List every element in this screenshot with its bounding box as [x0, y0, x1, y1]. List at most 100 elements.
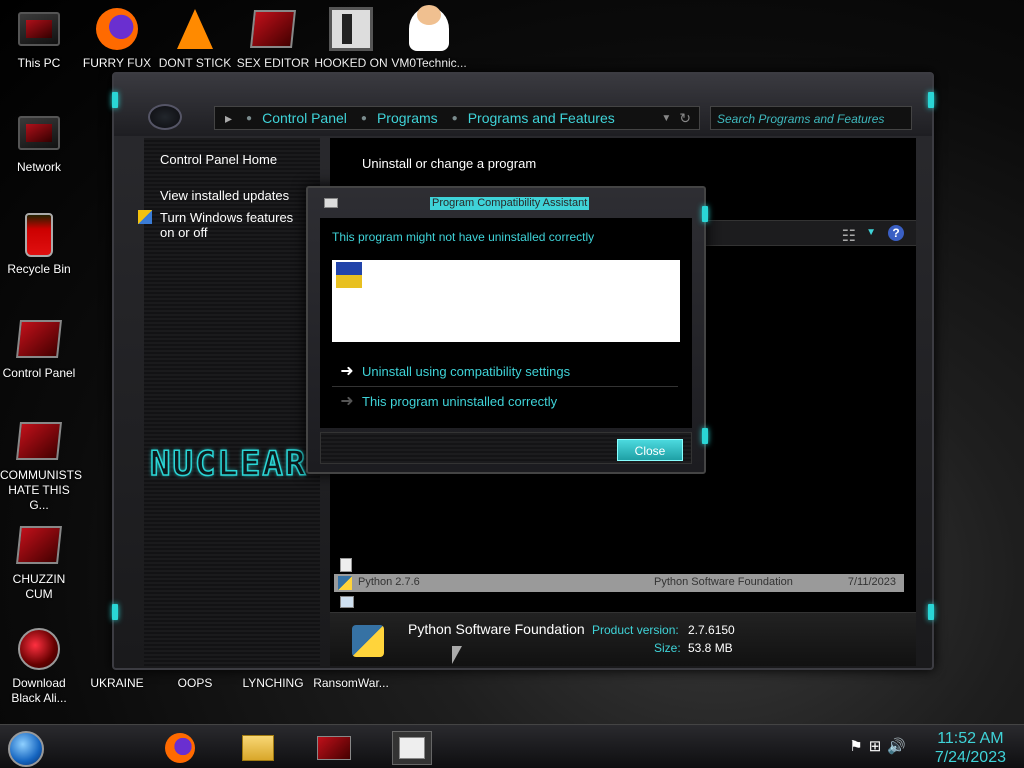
taskbar: ⚑⊞🔊 11:52 AM 7/24/2023	[0, 724, 1024, 768]
python-icon	[352, 625, 384, 657]
separator-icon: ●	[360, 112, 367, 124]
doctor-icon	[406, 5, 452, 52]
chevron-icon: ▸	[225, 109, 233, 126]
table-row[interactable]: Python 2.7.6 Python Software Foundation …	[334, 574, 904, 592]
file-explorer-icon[interactable]	[238, 731, 278, 765]
installer-icon	[336, 262, 362, 288]
clock[interactable]: 11:52 AM 7/24/2023	[935, 729, 1006, 767]
frame-accent	[928, 604, 934, 620]
dialog-message: This program might not have uninstalled …	[332, 230, 595, 244]
desktop-icon-chuzzin[interactable]: CHUZZIN CUM	[0, 522, 78, 602]
view-installed-updates-link[interactable]: View installed updates	[160, 188, 289, 203]
notepad-icon	[340, 558, 352, 572]
recycle-bin-icon	[16, 212, 62, 258]
desktop-icon-this-pc[interactable]: This PC	[0, 6, 78, 71]
divider	[332, 386, 678, 387]
view-options-icon[interactable]: ☷	[842, 226, 856, 246]
desktop-icon-label: LYNCHING	[242, 676, 304, 690]
volume-icon[interactable]: 🔊	[887, 738, 912, 755]
system-tray: ⚑⊞🔊	[849, 737, 912, 755]
details-size-label: Size:	[654, 641, 681, 655]
close-button[interactable]: Close	[617, 439, 683, 461]
orb-icon	[16, 626, 62, 672]
windows-features-link[interactable]: Turn Windows features on or off	[160, 210, 310, 240]
flag-icon[interactable]: ⚑	[849, 738, 868, 755]
desktop-icon-oops[interactable]: OOPS	[156, 676, 234, 691]
desktop-icon-ransomware[interactable]: RansomWar...	[312, 676, 390, 691]
frame-accent	[702, 206, 708, 222]
frame-accent	[702, 428, 708, 444]
frame-accent	[928, 92, 934, 108]
details-version-label: Product version:	[592, 623, 679, 637]
desktop-icon-network[interactable]: Network	[0, 110, 78, 175]
option-label: This program uninstalled correctly	[362, 393, 558, 409]
control-panel-home-link[interactable]: Control Panel Home	[160, 152, 277, 167]
details-size: 53.8 MB	[688, 641, 733, 655]
page-title: Uninstall or change a program	[362, 156, 537, 171]
desktop-icon-label: This PC	[17, 56, 61, 70]
desktop-icon-label: OOPS	[177, 676, 213, 690]
desktop-icon-label: Download Black Ali...	[11, 676, 67, 705]
desktop-icon-label: SEX EDITOR	[236, 56, 310, 70]
chevron-down-icon[interactable]: ▼	[866, 227, 876, 238]
control-panel-taskbar-icon[interactable]	[314, 731, 354, 765]
breadcrumb-programs-and-features[interactable]: Programs and Features	[468, 110, 615, 126]
desktop-icon-communists[interactable]: COMMUNISTS HATE THIS G...	[0, 418, 82, 513]
program-info-box	[332, 260, 680, 342]
address-bar[interactable]: ▸ ● Control Panel ● Programs ● Programs …	[214, 106, 700, 130]
chevron-down-icon[interactable]: ▼	[661, 113, 671, 124]
desktop-icon-label: HOOKED ON	[314, 56, 388, 70]
desktop-icon-label: COMMUNISTS HATE THIS G...	[0, 468, 82, 512]
arrow-right-icon: ➜	[340, 393, 354, 410]
help-icon[interactable]: ?	[888, 225, 904, 241]
program-compat-taskbar-icon[interactable]	[392, 731, 432, 765]
clock-date: 7/24/2023	[934, 749, 1006, 766]
desktop-icon-label: FURRY FUX	[82, 56, 152, 70]
separator-icon: ●	[246, 112, 253, 124]
hooked-icon	[328, 6, 374, 52]
network-monitor-icon	[16, 110, 62, 156]
desktop-icon-ukraine[interactable]: UKRAINE	[78, 676, 156, 691]
refresh-icon[interactable]: ↻	[679, 110, 691, 127]
program-publisher: Python Software Foundation	[654, 576, 793, 588]
program-name: Python 2.7.6	[358, 576, 420, 588]
program-date: 7/11/2023	[847, 576, 896, 588]
separator-icon: ●	[451, 112, 458, 124]
desktop-icon-sex-editor[interactable]: SEX EDITOR	[234, 6, 312, 71]
network-icon[interactable]: ⊞	[869, 738, 888, 755]
red-monitor-icon	[250, 6, 296, 52]
desktop-icon-hooked-on[interactable]: HOOKED ON	[312, 6, 390, 71]
uninstall-compat-option[interactable]: ➜ Uninstall using compatibility settings	[332, 358, 678, 384]
back-button[interactable]	[148, 104, 182, 130]
app-icon	[340, 596, 354, 608]
desktop-icon-control-panel[interactable]: Control Panel	[0, 316, 78, 381]
desktop-icon-label: UKRAINE	[90, 676, 144, 690]
search-input[interactable]: Search Programs and Features	[710, 106, 912, 130]
clock-time: 11:52 AM	[937, 730, 1004, 747]
desktop-icon-dont-stick[interactable]: DONT STICK	[156, 6, 234, 71]
desktop-icon-label: RansomWar...	[313, 676, 389, 690]
shield-icon	[138, 210, 152, 224]
firefox-icon	[94, 6, 140, 52]
uninstalled-correctly-option[interactable]: ➜ This program uninstalled correctly	[332, 388, 678, 414]
compatibility-assistant-dialog: Program Compatibility Assistant This pro…	[306, 186, 708, 474]
frame-accent	[112, 92, 118, 108]
cursor-icon	[452, 646, 462, 664]
option-label: Uninstall using compatibility settings	[362, 363, 571, 379]
breadcrumb-programs[interactable]: Programs	[377, 110, 438, 126]
desktop-icon-recycle-bin[interactable]: Recycle Bin	[0, 212, 78, 277]
desktop-icon-label: DONT STICK	[158, 56, 232, 70]
red-monitor-icon	[16, 522, 62, 568]
desktop-icon-furry-fux[interactable]: FURRY FUX	[78, 6, 156, 71]
dialog-body: This program might not have uninstalled …	[320, 218, 692, 428]
sidebar: Control Panel Home View installed update…	[138, 138, 320, 666]
start-button[interactable]	[8, 731, 44, 767]
frame-accent	[112, 604, 118, 620]
desktop-icon-vm0technic[interactable]: VM0Technic...	[390, 5, 468, 71]
firefox-taskbar-icon[interactable]	[160, 731, 200, 765]
desktop-icon-lynching[interactable]: LYNCHING	[234, 676, 312, 691]
breadcrumb-control-panel[interactable]: Control Panel	[262, 110, 347, 126]
desktop-icon-label: Network	[16, 160, 61, 174]
desktop-icon-download[interactable]: Download Black Ali...	[0, 626, 78, 706]
desktop-icon-label: Control Panel	[2, 366, 76, 380]
